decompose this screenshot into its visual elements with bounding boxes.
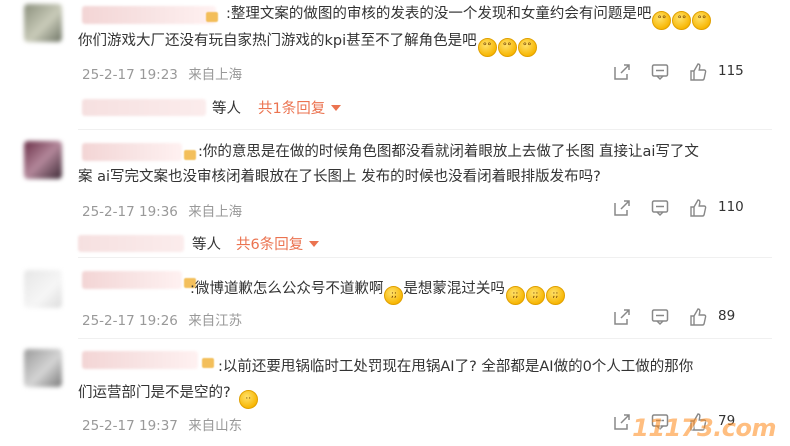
avatar[interactable] bbox=[24, 349, 62, 387]
emoji-face-icon: °° bbox=[672, 11, 692, 30]
comment-text-line: :微博道歉怎么公众号不道歉啊 bbox=[190, 281, 384, 297]
comment-author[interactable] bbox=[82, 143, 182, 161]
comment-author[interactable] bbox=[82, 6, 216, 24]
comment-text-line: :以前还要甩锅临时工处罚现在甩锅AI了? 全部都是AI做的0个人工做的那你 bbox=[218, 359, 694, 375]
comment-item: :你的意思是在做的时候角色图都没看就闭着眼放上去做了长图 直接让ai写了文 案 … bbox=[0, 130, 790, 257]
comment-icon[interactable] bbox=[650, 62, 670, 82]
comment-meta: 25-2-17 19:36 来自上海 bbox=[82, 200, 242, 220]
comment-text-line: :你的意思是在做的时候角色图都没看就闭着眼放上去做了长图 直接让ai写了文 bbox=[198, 144, 699, 160]
comment-time: 25-2-17 19:37 bbox=[82, 418, 178, 434]
emoji-face-icon: °° bbox=[517, 38, 537, 57]
emoji-face-icon: ·· bbox=[238, 390, 258, 409]
comment-location: 来自上海 bbox=[188, 67, 243, 83]
comment-text: :你的意思是在做的时候角色图都没看就闭着眼放上去做了长图 直接让ai写了文 bbox=[198, 141, 770, 163]
reply-author[interactable] bbox=[78, 235, 184, 252]
verified-badge-icon bbox=[202, 358, 214, 368]
comment-meta: 25-2-17 19:37 来自山东 bbox=[82, 414, 242, 434]
comment-text-line: :整理文案的做图的审核的发表的没一个发现和女童约会有问题是吧 bbox=[226, 6, 652, 22]
site-watermark: 11173.com bbox=[632, 414, 776, 442]
comment-icon[interactable] bbox=[650, 307, 670, 327]
expand-replies-link[interactable]: 共1条回复 bbox=[258, 97, 342, 118]
comment-actions: 89 bbox=[612, 307, 772, 327]
comment-meta: 25-2-17 19:23 来自上海 bbox=[82, 63, 242, 83]
comment-item: :整理文案的做图的审核的发表的没一个发现和女童约会有问题是吧 °° °° °° 你们游… bbox=[0, 0, 790, 128]
thumbs-up-icon[interactable] bbox=[688, 62, 708, 82]
emoji-face-icon: ;; bbox=[545, 286, 565, 305]
reply-summary: 等人 共6条回复 bbox=[78, 233, 398, 253]
comment-time: 25-2-17 19:36 bbox=[82, 204, 178, 220]
comment-author[interactable] bbox=[82, 351, 198, 369]
expand-replies-label: 共1条回复 bbox=[258, 101, 326, 117]
comment-time: 25-2-17 19:26 bbox=[82, 313, 178, 329]
chevron-down-icon bbox=[331, 105, 342, 111]
comment-item: :微博道歉怎么公众号不道歉啊;; 是想蒙混过关吗;;;;;; 25-2-17 19… bbox=[0, 258, 790, 338]
comment-location: 来自江苏 bbox=[188, 313, 243, 329]
comment-actions: 115 bbox=[612, 62, 772, 82]
like-count: 115 bbox=[718, 63, 744, 79]
avatar[interactable] bbox=[24, 141, 62, 179]
emoji-face-icon: °° bbox=[692, 11, 712, 30]
thumbs-up-icon[interactable] bbox=[688, 307, 708, 327]
comment-location: 来自上海 bbox=[188, 204, 243, 220]
reply-others-label: 等人 bbox=[192, 237, 221, 253]
reply-author[interactable] bbox=[82, 99, 206, 116]
comment-actions: 110 bbox=[612, 198, 772, 218]
avatar[interactable] bbox=[24, 4, 62, 42]
comment-text: :整理文案的做图的审核的发表的没一个发现和女童约会有问题是吧 °° °° °° bbox=[226, 3, 770, 30]
avatar[interactable] bbox=[24, 270, 62, 308]
comment-text-line: 是想蒙混过关吗 bbox=[403, 281, 505, 297]
share-icon[interactable] bbox=[612, 307, 632, 327]
comment-text: 们运营部门是不是空的? ·· bbox=[78, 382, 770, 409]
expand-replies-link[interactable]: 共6条回复 bbox=[236, 233, 320, 254]
emoji-face-icon: ;; bbox=[525, 286, 545, 305]
comment-text: 你们游戏大厂还没有玩自家热门游戏的kpi甚至不了解角色是吧 °° °° °° bbox=[78, 30, 770, 57]
emoji-face-icon: °° bbox=[497, 38, 517, 57]
comment-location: 来自山东 bbox=[188, 418, 243, 434]
expand-replies-label: 共6条回复 bbox=[236, 237, 304, 253]
comment-text: 案 ai写完文案也没审核闭着眼放在了长图上 发布的时候也没看闭着眼排版发布吗? bbox=[78, 166, 770, 188]
verified-badge-icon bbox=[184, 150, 196, 160]
thumbs-up-icon[interactable] bbox=[688, 198, 708, 218]
comment-time: 25-2-17 19:23 bbox=[82, 67, 178, 83]
comment-text-line: 案 ai写完文案也没审核闭着眼放在了长图上 发布的时候也没看闭着眼排版发布吗? bbox=[78, 169, 601, 185]
emoji-face-icon: ;; bbox=[505, 286, 525, 305]
like-count: 89 bbox=[718, 308, 736, 324]
comment-meta: 25-2-17 19:26 来自江苏 bbox=[82, 309, 242, 329]
comment-text-line: 们运营部门是不是空的? bbox=[78, 385, 231, 401]
emoji-face-icon: ;; bbox=[384, 286, 404, 305]
comment-icon[interactable] bbox=[650, 198, 670, 218]
comment-text-line: 你们游戏大厂还没有玩自家热门游戏的kpi甚至不了解角色是吧 bbox=[78, 33, 477, 49]
chevron-down-icon bbox=[309, 241, 320, 247]
comment-text: :以前还要甩锅临时工处罚现在甩锅AI了? 全部都是AI做的0个人工做的那你 bbox=[218, 356, 770, 378]
emoji-face-icon: °° bbox=[652, 11, 672, 30]
reply-others-label: 等人 bbox=[212, 101, 241, 117]
emoji-face-icon: °° bbox=[477, 38, 497, 57]
reply-summary: 等人 共1条回复 bbox=[82, 97, 382, 117]
comment-text: :微博道歉怎么公众号不道歉啊;; 是想蒙混过关吗;;;;;; bbox=[190, 278, 770, 305]
verified-badge-icon bbox=[206, 12, 218, 22]
comment-author[interactable] bbox=[82, 271, 182, 289]
like-count: 110 bbox=[718, 199, 744, 215]
share-icon[interactable] bbox=[612, 412, 632, 432]
share-icon[interactable] bbox=[612, 62, 632, 82]
share-icon[interactable] bbox=[612, 198, 632, 218]
